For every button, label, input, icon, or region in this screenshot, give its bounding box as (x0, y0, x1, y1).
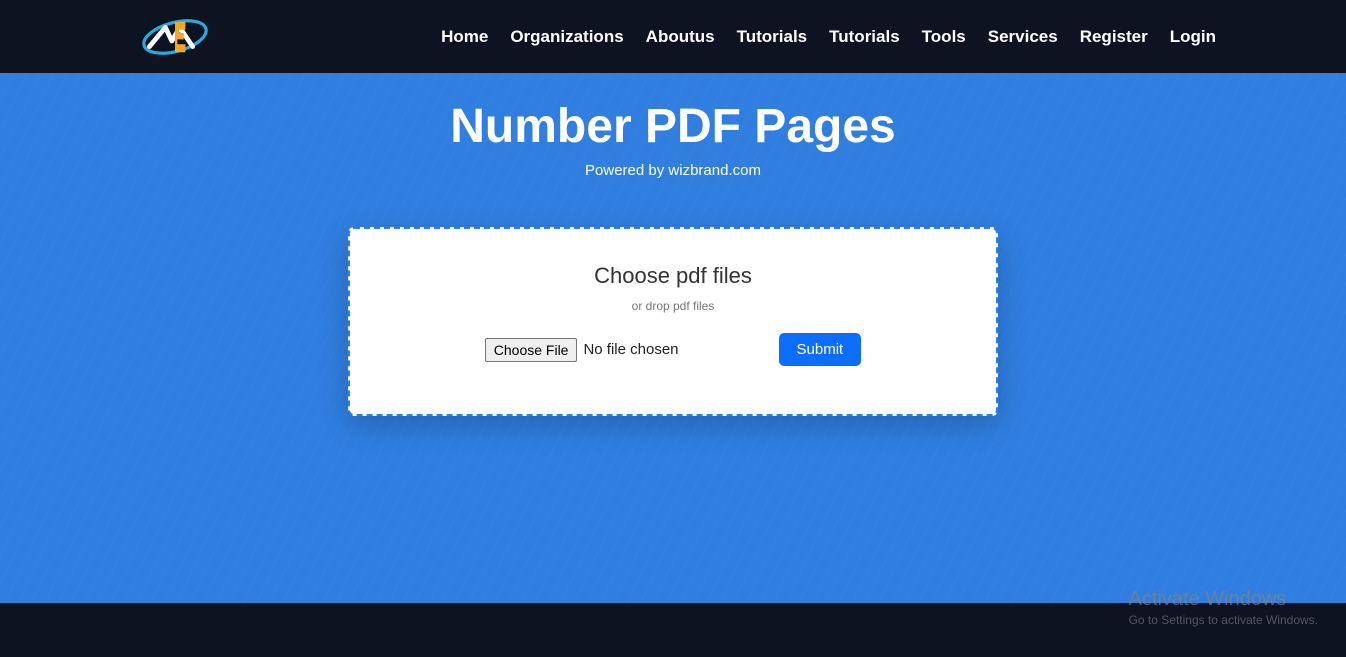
upload-controls: Choose File No file chosen Submit (390, 333, 956, 366)
file-status-text: No file chosen (583, 341, 678, 358)
nav-links: Home Organizations Aboutus Tutorials Tut… (441, 27, 1216, 47)
nav-tutorials-2[interactable]: Tutorials (829, 27, 900, 47)
footer (0, 603, 1346, 657)
submit-button[interactable]: Submit (779, 333, 862, 366)
nav-aboutus[interactable]: Aboutus (646, 27, 715, 47)
logo-icon (135, 12, 215, 62)
nav-register[interactable]: Register (1080, 27, 1148, 47)
nav-tools[interactable]: Tools (922, 27, 966, 47)
upload-heading: Choose pdf files (390, 263, 956, 289)
nav-home[interactable]: Home (441, 27, 488, 47)
page-subtitle: Powered by wizbrand.com (0, 162, 1346, 179)
hero-section: Number PDF Pages Powered by wizbrand.com… (0, 73, 1346, 603)
choose-file-button[interactable]: Choose File (485, 338, 578, 362)
page-title: Number PDF Pages (0, 99, 1346, 154)
file-input-group: Choose File No file chosen (485, 338, 679, 362)
navbar: Home Organizations Aboutus Tutorials Tut… (0, 0, 1346, 73)
brand-logo[interactable] (135, 12, 215, 62)
nav-login[interactable]: Login (1170, 27, 1216, 47)
nav-tutorials-1[interactable]: Tutorials (737, 27, 808, 47)
upload-hint: or drop pdf files (390, 299, 956, 313)
upload-card: Choose pdf files or drop pdf files Choos… (348, 227, 998, 416)
nav-services[interactable]: Services (988, 27, 1058, 47)
nav-organizations[interactable]: Organizations (510, 27, 623, 47)
